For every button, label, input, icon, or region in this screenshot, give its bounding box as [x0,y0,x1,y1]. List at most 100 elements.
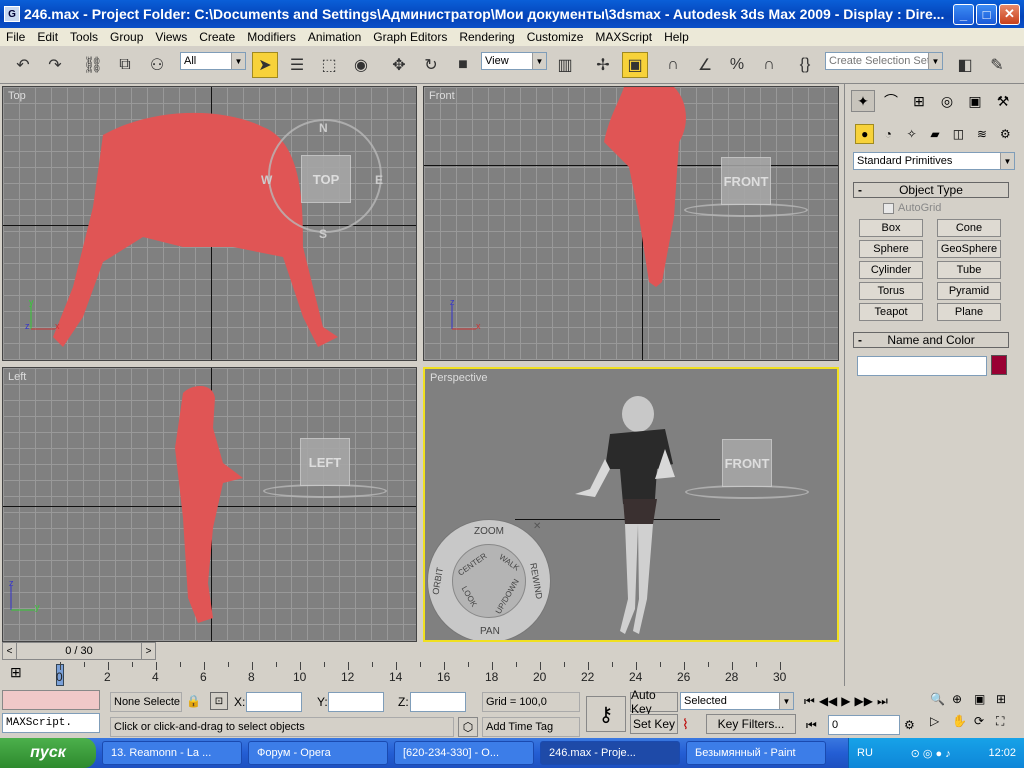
maximize-viewport-icon[interactable]: ⛶ [996,714,1018,736]
category-dropdown[interactable]: Standard Primitives ▼ [853,152,1015,170]
task-item[interactable]: 13. Reamonn - La ... [102,741,242,765]
time-config-icon[interactable]: ⚙ [904,718,915,732]
menu-modifiers[interactable]: Modifiers [241,30,302,44]
move-icon[interactable]: ✥ [386,52,412,78]
wheel-zoom[interactable]: ZOOM [474,526,504,537]
select-by-name-icon[interactable]: ☰ [284,52,310,78]
align-icon[interactable]: ✎ [984,52,1010,78]
pyramid-button[interactable]: Pyramid [937,282,1001,300]
viewcube-left[interactable]: LEFT [300,438,350,486]
app-icon[interactable]: G [4,6,20,22]
snap-icon[interactable]: ∩ [660,52,686,78]
menu-graph-editors[interactable]: Graph Editors [367,30,453,44]
object-color-swatch[interactable] [991,355,1007,375]
x-coordinate-field[interactable] [246,692,302,712]
current-frame-field[interactable]: 0 [828,715,900,735]
lock-icon[interactable]: 🔒 [186,694,201,708]
viewport-label[interactable]: Top [8,90,26,102]
viewcube-top[interactable]: TOP [301,155,351,203]
viewcube-perspective[interactable]: FRONT [722,439,772,487]
key-filters-button[interactable]: Key Filters... [706,714,796,734]
task-item-active[interactable]: 246.max - Proje... [540,741,680,765]
viewport-left[interactable]: LEFT Left zy [2,367,417,642]
time-next-icon[interactable]: > [141,643,155,659]
task-item[interactable]: [620-234-330] - O... [394,741,534,765]
object-name-field[interactable] [857,356,987,376]
play-icon[interactable]: ▶ [841,694,850,712]
go-end-icon[interactable]: ⏭ [877,694,888,712]
rotate-icon[interactable]: ↻ [418,52,444,78]
steering-wheel[interactable]: ZOOM CENTER WALK ORBIT LOOK UP/DOWN REWI… [427,519,551,640]
window-crossing-icon[interactable]: ◉ [348,52,374,78]
hierarchy-tab-icon[interactable]: ⊞ [907,90,931,112]
menu-create[interactable]: Create [193,30,241,44]
zoom-extents-all-icon[interactable]: ⊞ [996,692,1018,714]
selection-filter-dropdown[interactable]: All ▼ [180,52,246,70]
set-key-icon[interactable]: ⚷ [586,696,626,732]
modify-tab-icon[interactable]: ⌒ [879,90,903,112]
maxscript-mini-listener[interactable]: MAXScript. [2,713,100,733]
named-selection-icon[interactable]: {} [792,52,818,78]
viewport-perspective[interactable]: FRONT Perspective ZOOM CENTER WALK ORBIT… [423,367,839,642]
zoom-extents-icon[interactable]: ▣ [974,692,996,714]
go-start-icon[interactable]: ⏮ [804,694,815,712]
mirror-icon[interactable]: ◧ [952,52,978,78]
wheel-close-icon[interactable]: ✕ [533,521,541,532]
orbit-icon[interactable]: ⟳ [974,714,996,736]
time-tag-icon[interactable]: ⬡ [458,717,478,737]
reference-coord-dropdown[interactable]: View ▼ [481,52,547,70]
menu-file[interactable]: File [0,30,31,44]
display-tab-icon[interactable]: ▣ [963,90,987,112]
start-button[interactable]: пуск [0,738,96,768]
menu-customize[interactable]: Customize [521,30,590,44]
menu-animation[interactable]: Animation [302,30,367,44]
rollout-name-color[interactable]: - Name and Color [853,332,1009,348]
keyboard-shortcut-icon[interactable]: ▣ [622,52,648,78]
prev-frame-icon[interactable]: ◀◀ [819,694,837,712]
menu-tools[interactable]: Tools [64,30,104,44]
z-coordinate-field[interactable] [410,692,466,712]
utilities-tab-icon[interactable]: ⚒ [991,90,1015,112]
lights-icon[interactable]: ✧ [902,124,921,144]
zoom-all-icon[interactable]: ⊕ [952,692,974,714]
menu-edit[interactable]: Edit [31,30,64,44]
wheel-pan[interactable]: PAN [480,626,500,637]
pivot-icon[interactable]: ▥ [552,52,578,78]
manipulate-icon[interactable]: ✢ [590,52,616,78]
time-prev-icon[interactable]: < [3,643,17,659]
viewcube-front[interactable]: FRONT [721,157,771,205]
menu-help[interactable]: Help [658,30,695,44]
sphere-button[interactable]: Sphere [859,240,923,258]
wheel-rewind[interactable]: REWIND [528,562,544,600]
viewport-label[interactable]: Left [8,371,26,383]
field-of-view-icon[interactable]: ▷ [930,714,952,736]
cylinder-button[interactable]: Cylinder [859,261,923,279]
task-item[interactable]: Безымянный - Paint [686,741,826,765]
torus-button[interactable]: Torus [859,282,923,300]
viewport-label[interactable]: Front [429,90,455,102]
region-select-icon[interactable]: ⬚ [316,52,342,78]
select-icon[interactable]: ➤ [252,52,278,78]
link-icon[interactable]: ⛓ [80,52,106,78]
motion-tab-icon[interactable]: ◎ [935,90,959,112]
language-indicator[interactable]: RU [857,747,873,759]
zoom-icon[interactable]: 🔍 [930,692,952,714]
selection-set-dropdown[interactable]: Create Selection Set ▼ [825,52,943,70]
cone-button[interactable]: Cone [937,219,1001,237]
time-slider[interactable]: < 0 / 30 > [2,642,156,660]
create-tab-icon[interactable]: ✦ [851,90,875,112]
systems-icon[interactable]: ⚙ [996,124,1015,144]
task-item[interactable]: Форум - Opera [248,741,388,765]
geometry-icon[interactable]: ● [855,124,875,144]
maximize-button[interactable]: □ [976,3,997,25]
auto-key-button[interactable]: Auto Key [630,688,678,716]
viewport-label[interactable]: Perspective [430,372,487,384]
rollout-object-type[interactable]: - Object Type [853,182,1009,198]
add-time-tag[interactable]: Add Time Tag [482,717,580,737]
tube-button[interactable]: Tube [937,261,1001,279]
percent-snap-icon[interactable]: % [724,52,750,78]
redo-icon[interactable]: ↷ [42,52,68,78]
wheel-orbit[interactable]: ORBIT [430,567,445,596]
set-key-button[interactable]: Set Key [630,714,678,734]
close-button[interactable]: ✕ [999,3,1020,25]
